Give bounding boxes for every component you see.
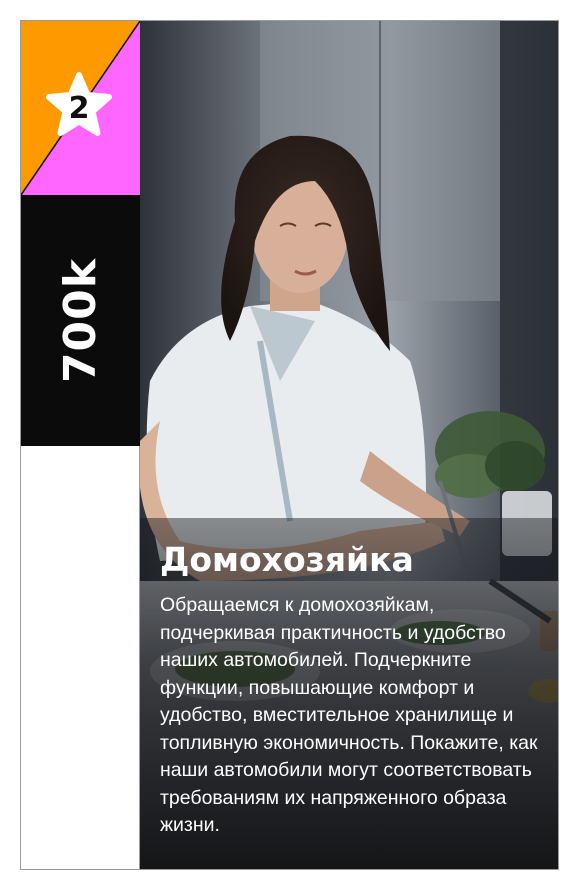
value-block: 700k bbox=[21, 195, 140, 446]
card-title: Домохозяйка bbox=[160, 540, 414, 579]
card-sidebar: 2 700k bbox=[21, 21, 140, 869]
card-caption: Домохозяйка Обращаемся к домохозяйкам, п… bbox=[160, 536, 545, 840]
value-label: 700k bbox=[55, 257, 107, 384]
card-description: Обращаемся к домохозяйкам, подчеркивая п… bbox=[160, 594, 538, 836]
rank-number: 2 bbox=[68, 90, 90, 126]
card: 2 700k Домохозяйка Обращаемся к домохозя… bbox=[20, 20, 559, 870]
